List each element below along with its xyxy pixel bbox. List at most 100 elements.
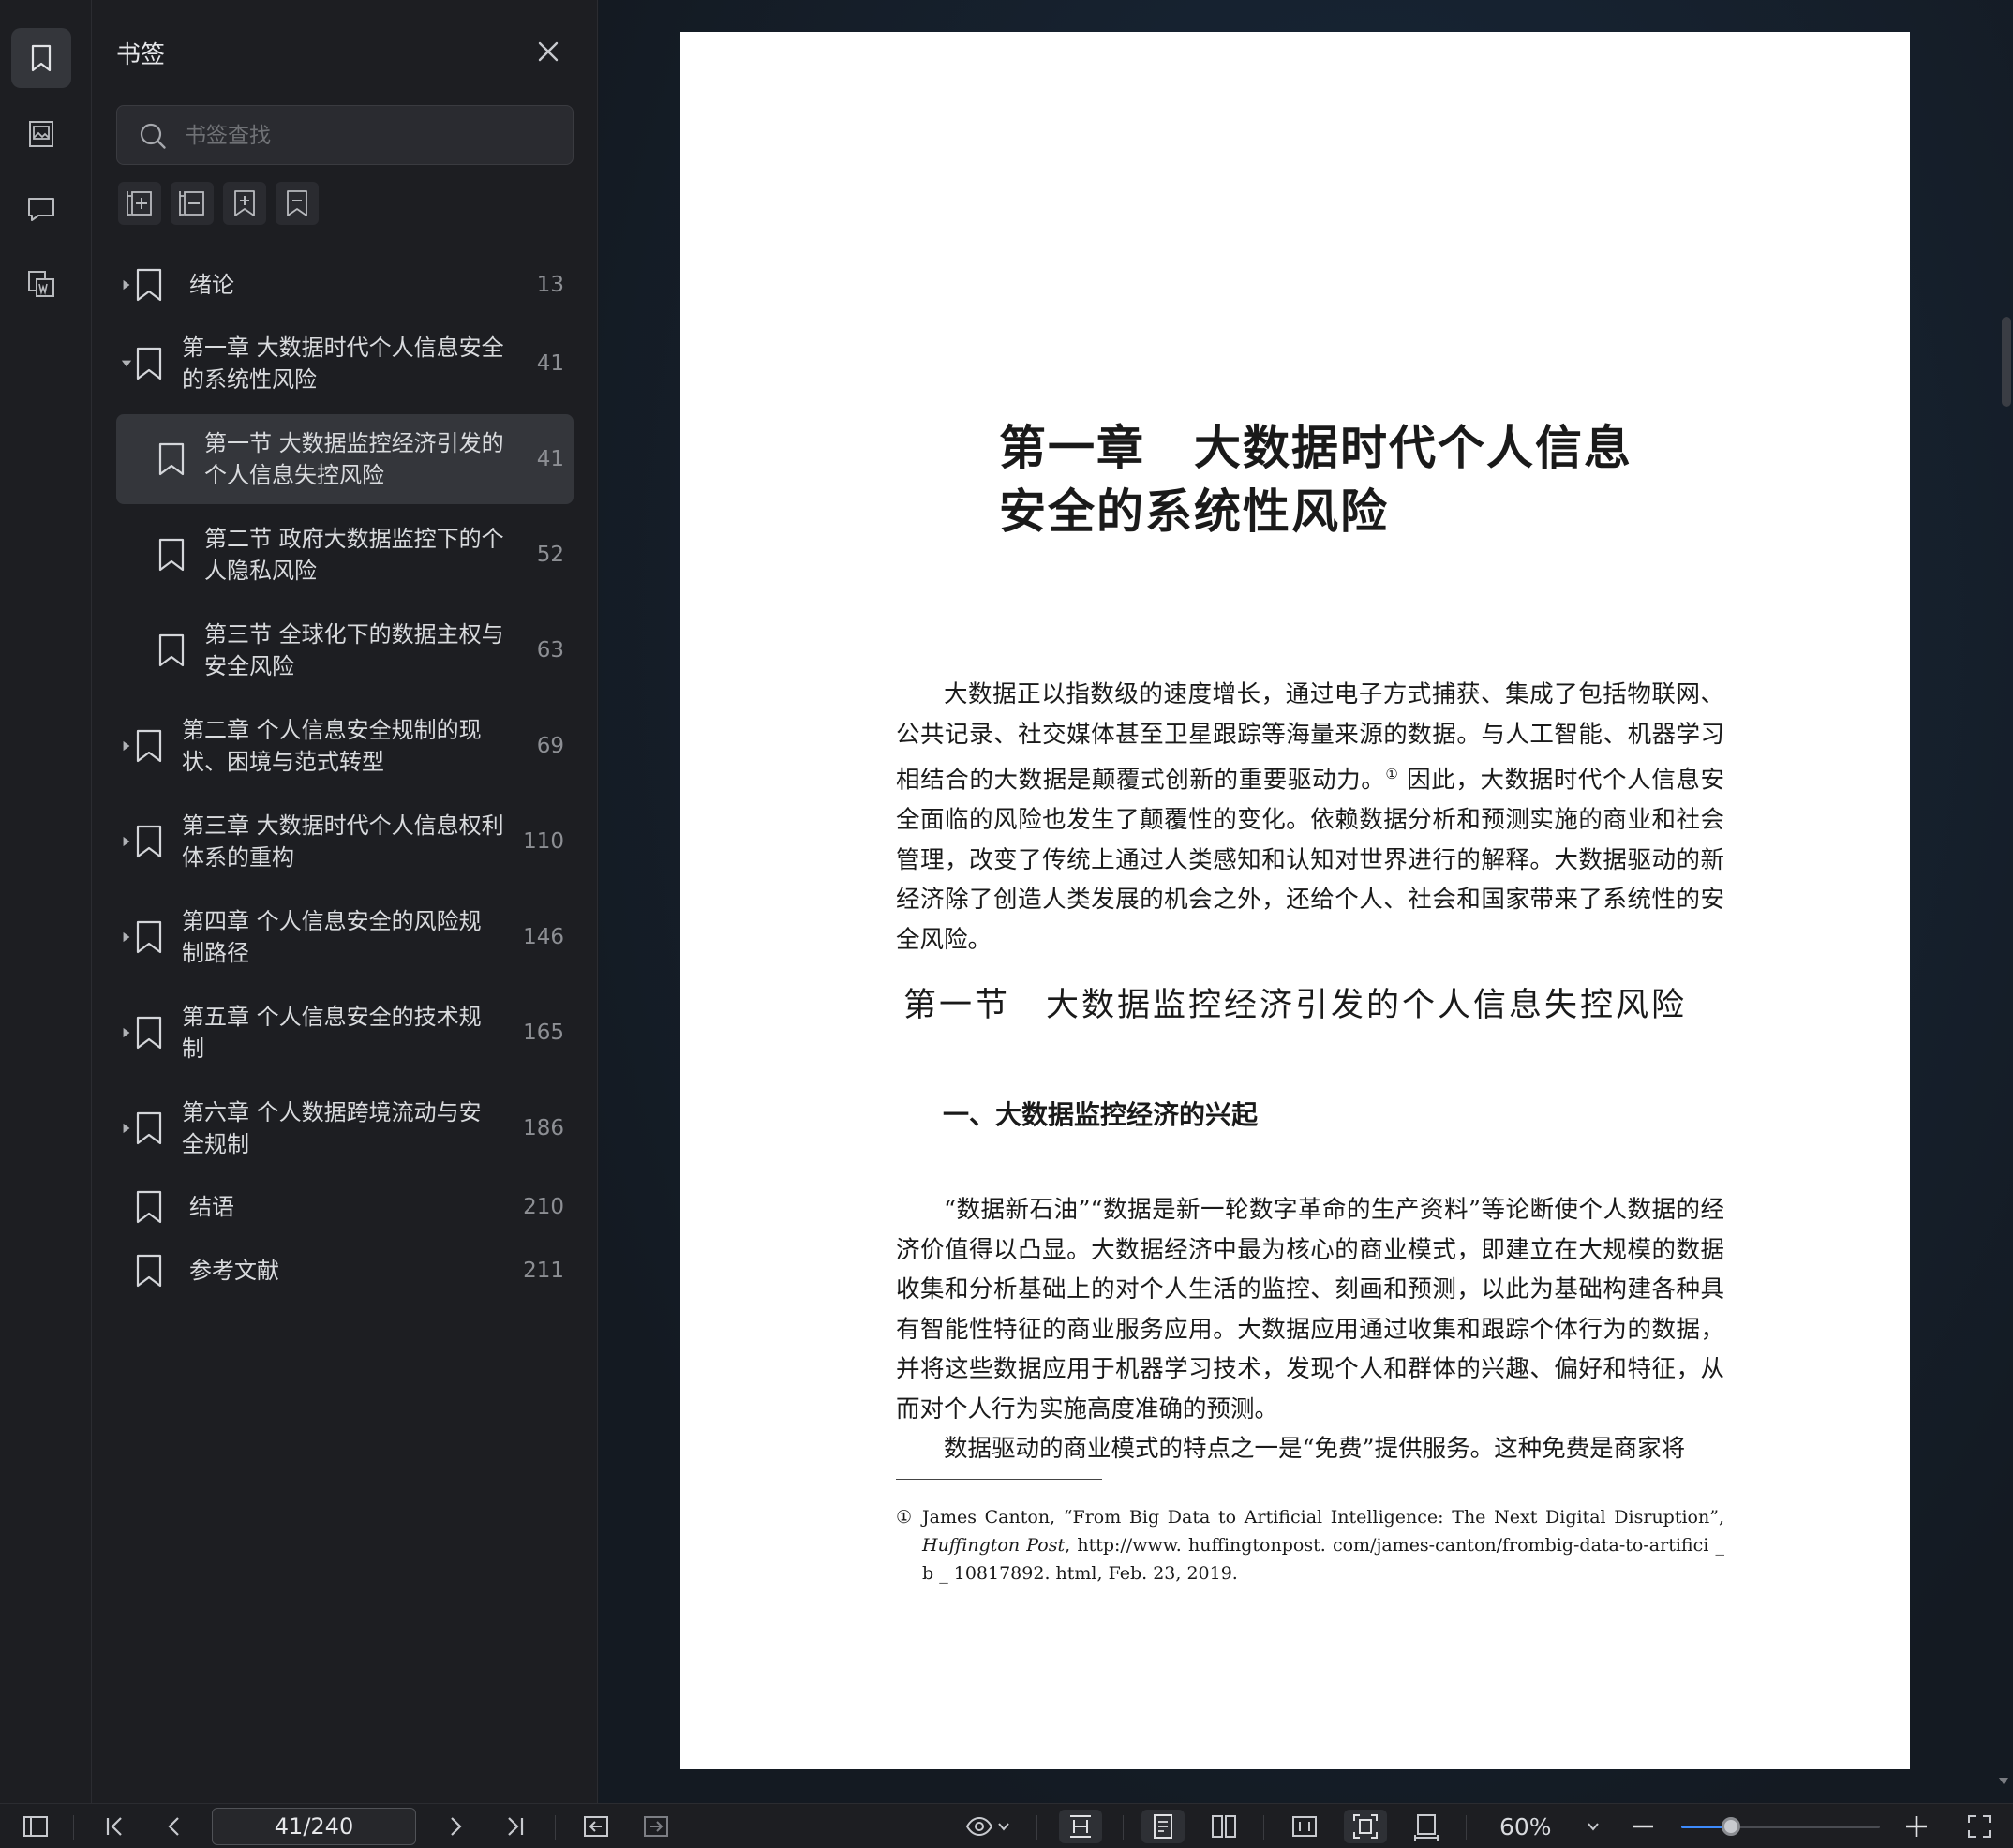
zoom-in-button[interactable] xyxy=(1902,1810,1931,1843)
navigate-forward-button[interactable] xyxy=(639,1810,673,1843)
back-icon xyxy=(584,1816,608,1837)
collapse-all-button[interactable] xyxy=(171,182,214,225)
bookmark-icon xyxy=(158,633,185,667)
expand-all-button[interactable] xyxy=(118,182,161,225)
close-icon[interactable] xyxy=(534,37,562,66)
bookmark-label: 结语 xyxy=(189,1194,234,1220)
bookmark-tab-button[interactable] xyxy=(11,28,71,88)
zoom-dropdown-button[interactable] xyxy=(1582,1810,1604,1843)
page-number-input[interactable]: 41/240 xyxy=(212,1808,416,1845)
toggle-sidebar-button[interactable] xyxy=(19,1810,52,1843)
last-page-button[interactable] xyxy=(499,1810,532,1843)
chevron-down-icon xyxy=(1588,1823,1599,1831)
next-page-button[interactable] xyxy=(439,1810,472,1843)
image-icon xyxy=(29,121,53,147)
first-page-button[interactable] xyxy=(97,1810,131,1843)
bookmark-label: 第一节 大数据监控经济引发的个人信息失控风险 xyxy=(204,430,504,488)
bookmark-item-chapter-3[interactable]: 第三章 大数据时代个人信息权利体系的重构 110 xyxy=(116,797,574,887)
expand-arrow-icon[interactable] xyxy=(120,278,133,291)
toolbar-separator xyxy=(1036,1815,1037,1840)
zoom-slider-handle[interactable] xyxy=(1722,1817,1740,1836)
zoom-slider[interactable] xyxy=(1681,1826,1880,1828)
bookmark-label: 第一章 大数据时代个人信息安全的系统性风险 xyxy=(182,335,504,393)
footnote-publication: Huffington Post xyxy=(922,1535,1066,1556)
bookmark-label: 第六章 个人数据跨境流动与安全规制 xyxy=(182,1099,482,1157)
bookmark-icon xyxy=(136,920,162,954)
expand-arrow-icon[interactable] xyxy=(120,1122,133,1135)
bookmark-item-chapter-2[interactable]: 第二章 个人信息安全规制的现状、困境与范式转型 69 xyxy=(116,701,574,791)
collapse-arrow-icon[interactable] xyxy=(120,357,133,370)
double-page-icon xyxy=(1212,1815,1236,1838)
fit-page-icon xyxy=(1353,1814,1378,1839)
comment-icon xyxy=(28,198,54,221)
bookmark-label: 第四章 个人信息安全的风险规制路径 xyxy=(182,908,482,966)
bookmark-item-intro[interactable]: 绪论 13 xyxy=(116,253,574,317)
continuous-scroll-button[interactable] xyxy=(1059,1810,1102,1843)
search-icon xyxy=(140,123,166,149)
bookmark-page: 211 xyxy=(523,1259,564,1283)
bookmark-item-chapter-1[interactable]: 第一章 大数据时代个人信息安全的系统性风险 41 xyxy=(116,319,574,409)
plus-icon xyxy=(1906,1816,1927,1837)
comments-tab-button[interactable] xyxy=(11,179,71,239)
double-page-button[interactable] xyxy=(1205,1810,1243,1843)
bookmark-page: 210 xyxy=(523,1195,564,1219)
bookmark-item-section-1-3[interactable]: 第三节 全球化下的数据主权与安全风险 63 xyxy=(116,605,574,695)
expand-arrow-icon[interactable] xyxy=(120,835,133,848)
collapse-all-icon xyxy=(179,191,204,216)
expand-arrow-icon[interactable] xyxy=(120,1026,133,1039)
single-page-button[interactable] xyxy=(1141,1810,1185,1843)
bookmark-page: 63 xyxy=(536,638,564,663)
vertical-scrollbar[interactable] xyxy=(2002,317,2011,407)
bookmark-item-conclusion[interactable]: 结语 210 xyxy=(116,1175,574,1239)
fullscreen-button[interactable] xyxy=(1962,1810,1996,1843)
bookmark-icon xyxy=(136,825,162,858)
document-viewport[interactable]: 第一章 大数据时代个人信息 安全的系统性风险 大数据正以指数级的速度增长，通过电… xyxy=(599,0,2013,1803)
bookmark-item-chapter-4[interactable]: 第四章 个人信息安全的风险规制路径 146 xyxy=(116,892,574,982)
expand-arrow-icon[interactable] xyxy=(120,739,133,753)
actual-size-button[interactable] xyxy=(1286,1810,1323,1843)
add-bookmark-button[interactable] xyxy=(223,182,266,225)
bookmark-label: 第二节 政府大数据监控下的个人隐私风险 xyxy=(204,526,504,584)
view-mode-dropdown[interactable] xyxy=(960,1810,1016,1843)
body-paragraph-1: “数据新石油”“数据是新一轮数字革命的生产资料”等论断使个人数据的经济价值得以凸… xyxy=(896,1196,1724,1423)
bookmark-item-section-1-1[interactable]: 第一节 大数据监控经济引发的个人信息失控风险 41 xyxy=(116,414,574,504)
navigate-back-button[interactable] xyxy=(579,1810,613,1843)
bookmark-label: 第三节 全球化下的数据主权与安全风险 xyxy=(204,621,504,679)
remove-bookmark-button[interactable] xyxy=(276,182,319,225)
bookmark-label: 第二章 个人信息安全规制的现状、困境与范式转型 xyxy=(182,717,482,775)
previous-page-button[interactable] xyxy=(157,1810,191,1843)
bookmark-icon xyxy=(136,729,162,763)
actual-size-icon xyxy=(1292,1816,1317,1837)
bookmark-page: 13 xyxy=(536,273,564,297)
continuous-scroll-icon xyxy=(1070,1815,1091,1838)
fit-page-button[interactable] xyxy=(1344,1810,1387,1843)
toolbar-separator xyxy=(1263,1815,1264,1840)
fit-width-button[interactable] xyxy=(1408,1810,1445,1843)
thumbnail-tab-button[interactable] xyxy=(11,104,71,164)
intro-paragraph: 大数据正以指数级的速度增长，通过电子方式捕获、集成了包括物联网、公共记录、社交媒… xyxy=(896,675,1724,960)
bookmark-page: 41 xyxy=(536,351,564,376)
zoom-out-button[interactable] xyxy=(1629,1810,1657,1843)
bookmark-page: 165 xyxy=(523,1021,564,1045)
bookmark-page: 110 xyxy=(523,829,564,854)
bookmark-icon xyxy=(158,442,185,476)
zoom-level[interactable]: 60% xyxy=(1499,1804,1552,1848)
bookmark-item-section-1-2[interactable]: 第二节 政府大数据监控下的个人隐私风险 52 xyxy=(116,510,574,600)
bookmark-item-chapter-5[interactable]: 第五章 个人信息安全的技术规制 165 xyxy=(116,988,574,1078)
bookmark-icon xyxy=(136,1111,162,1145)
chevron-left-icon xyxy=(168,1817,179,1836)
bookmark-search-box xyxy=(116,105,574,165)
scroll-down-icon[interactable] xyxy=(1998,1775,2009,1786)
toolbar-separator xyxy=(73,1815,74,1840)
bookmark-item-references[interactable]: 参考文献 211 xyxy=(116,1239,574,1303)
bookmark-search-input[interactable] xyxy=(185,115,559,156)
footnote-marker[interactable]: ① xyxy=(1385,766,1398,782)
expand-all-icon xyxy=(127,191,152,216)
eye-icon xyxy=(965,1816,993,1837)
subsection-title: 一、大数据监控经济的兴起 xyxy=(943,1099,1259,1130)
document-page: 第一章 大数据时代个人信息 安全的系统性风险 大数据正以指数级的速度增长，通过电… xyxy=(680,32,1910,1769)
toolbar-separator xyxy=(1123,1815,1124,1840)
bookmark-item-chapter-6[interactable]: 第六章 个人数据跨境流动与安全规制 186 xyxy=(116,1083,574,1173)
word-convert-tab-button[interactable] xyxy=(11,254,71,314)
expand-arrow-icon[interactable] xyxy=(120,931,133,944)
